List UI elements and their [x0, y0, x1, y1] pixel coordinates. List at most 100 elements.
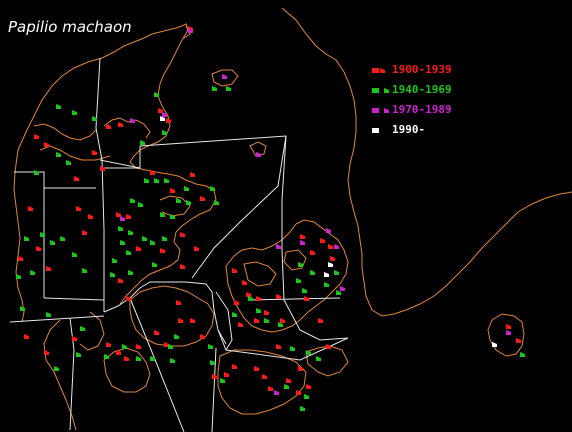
record-marker-1970-1989 [120, 216, 125, 221]
record-marker-1940-1969 [162, 236, 167, 241]
grid-borders [9, 57, 349, 432]
record-marker-1940-1969 [208, 344, 213, 349]
coastline-segment [33, 123, 97, 141]
record-marker-1900-1939 [18, 256, 23, 261]
record-marker-1940-1969 [126, 250, 131, 255]
record-marker-1900-1939 [44, 142, 49, 147]
record-marker-1900-1939 [286, 378, 291, 383]
record-marker-1940-1969 [72, 110, 77, 115]
record-marker-1900-1939 [74, 176, 79, 181]
record-marker-1940-1969 [66, 160, 71, 165]
record-marker-1900-1939 [224, 372, 229, 377]
record-marker-1940-1969 [122, 344, 127, 349]
coastline-segment [119, 145, 217, 305]
record-marker-1940-1969 [256, 308, 261, 313]
grid-border-line [281, 135, 349, 341]
record-marker-1940-1969 [520, 352, 525, 357]
record-marker-1940-1969 [154, 178, 159, 183]
record-marker-1940-1969 [76, 352, 81, 357]
record-marker-1900-1939 [326, 344, 331, 349]
record-marker-1940-1969 [170, 214, 175, 219]
record-marker-1970-1989 [130, 118, 135, 123]
record-marker-1940-1969 [128, 270, 133, 275]
record-marker-1940-1969 [110, 272, 115, 277]
record-marker-1900-1939 [328, 244, 333, 249]
record-marker-1900-1939 [276, 344, 281, 349]
record-marker-1940-1969 [300, 406, 305, 411]
record-marker-1940-1969 [290, 346, 295, 351]
record-marker-1900-1939 [150, 170, 155, 175]
record-marker-1940-1969 [136, 356, 141, 361]
record-marker-1940-1969 [316, 356, 321, 361]
grid-border-line [103, 281, 227, 345]
record-marker-1900-1939 [44, 350, 49, 355]
marker-green-swatch [372, 88, 379, 93]
coastline-segment [243, 261, 277, 287]
record-marker-1940-1969 [304, 394, 309, 399]
record-marker-1970-1989 [256, 152, 261, 157]
coastline-segment [13, 171, 25, 323]
coastline-segment [159, 195, 191, 217]
record-marker-1900-1939 [238, 322, 243, 327]
record-marker-1940-1969 [214, 200, 219, 205]
record-marker-1900-1939 [126, 296, 131, 301]
map-canvas: Papilio machaon 1900-1939 1940-1969 1970… [0, 0, 572, 432]
record-marker-1900-1939 [178, 318, 183, 323]
map-title: Papilio machaon [8, 18, 132, 36]
record-marker-1940-1969 [112, 258, 117, 263]
record-marker-1900-1939 [280, 318, 285, 323]
grid-border-line [69, 317, 75, 431]
record-marker-1940-1969 [264, 318, 269, 323]
record-marker-1940-1969 [56, 104, 61, 109]
legend-item-1970-1989: 1970-1989 [368, 102, 498, 122]
record-marker-1900-1939 [318, 318, 323, 323]
record-marker-1900-1939 [506, 324, 511, 329]
record-marker-1900-1939 [136, 344, 141, 349]
record-marker-1940-1969 [152, 262, 157, 267]
record-marker-1900-1939 [276, 294, 281, 299]
record-marker-1940-1969 [104, 354, 109, 359]
record-marker-1900-1939 [264, 310, 269, 315]
record-marker-1900-1939 [76, 206, 81, 211]
record-marker-1970-1989 [300, 240, 305, 245]
record-marker-1940-1969 [140, 140, 145, 145]
marker-white-swatch [372, 128, 379, 133]
record-marker-1970-1989 [340, 286, 345, 291]
record-marker-1900-1939 [242, 280, 247, 285]
record-marker-1900-1939 [118, 278, 123, 283]
record-marker-1970-1989 [274, 390, 279, 395]
record-marker-1990 [492, 342, 497, 347]
record-marker-1900-1939 [330, 256, 335, 261]
coastline-segment [217, 349, 307, 415]
record-marker-1940-1969 [82, 268, 87, 273]
record-marker-1940-1969 [284, 384, 289, 389]
coastline-segment [305, 345, 349, 377]
record-marker-1900-1939 [88, 214, 93, 219]
record-marker-1940-1969 [324, 282, 329, 287]
legend-item-1990: 1990- [368, 122, 498, 142]
legend-label: 1900-1939 [392, 63, 452, 76]
record-marker-1940-1969 [232, 312, 237, 317]
record-marker-1900-1939 [268, 386, 273, 391]
record-marker-1940-1969 [34, 170, 39, 175]
record-marker-1900-1939 [190, 318, 195, 323]
record-marker-1940-1969 [310, 270, 315, 275]
record-marker-1940-1969 [138, 202, 143, 207]
record-marker-1940-1969 [174, 334, 179, 339]
marker-magenta-swatch [372, 108, 379, 113]
record-marker-1940-1969 [296, 278, 301, 283]
record-marker-1940-1969 [56, 152, 61, 157]
record-marker-1900-1939 [160, 248, 165, 253]
record-marker-1940-1969 [168, 344, 173, 349]
record-marker-1900-1939 [72, 336, 77, 341]
legend-item-1900-1939: 1900-1939 [368, 62, 498, 82]
legend-label: 1940-1969 [392, 83, 452, 96]
record-marker-1940-1969 [72, 252, 77, 257]
record-marker-1940-1969 [298, 262, 303, 267]
record-marker-1940-1969 [50, 240, 55, 245]
record-marker-1940-1969 [226, 86, 231, 91]
record-marker-1940-1969 [80, 326, 85, 331]
record-marker-1900-1939 [232, 268, 237, 273]
record-marker-1990 [324, 272, 329, 277]
record-marker-1900-1939 [154, 330, 159, 335]
